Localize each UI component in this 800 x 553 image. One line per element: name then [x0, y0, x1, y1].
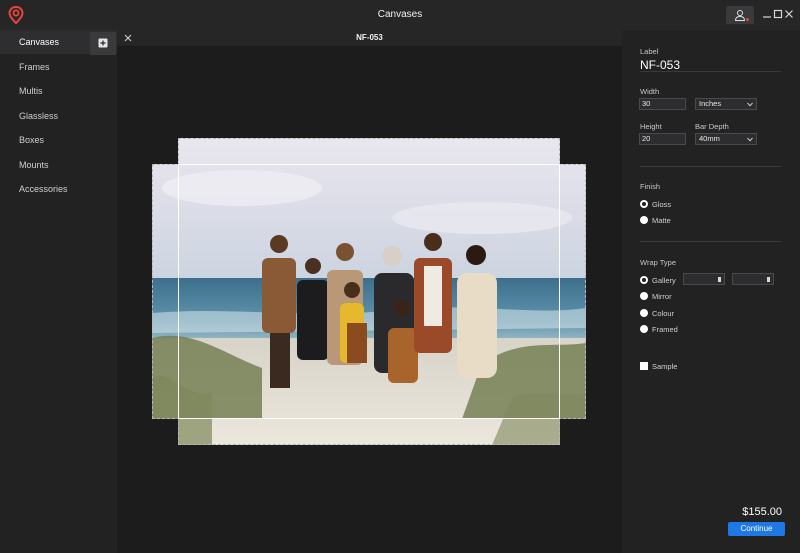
finish-matte-radio[interactable] [640, 216, 648, 224]
divider [640, 71, 781, 72]
sidebar-item-label: Multis [19, 86, 43, 96]
sidebar-item-label: Canvases [19, 37, 60, 47]
sidebar-item-label: Frames [19, 62, 50, 72]
wrap-colour-label: Colour [652, 309, 675, 318]
notification-dot [746, 18, 749, 21]
gallery-color-swatch-1[interactable] [683, 273, 725, 285]
unit-select-value: Inches [699, 99, 722, 108]
minimize-icon[interactable] [762, 9, 772, 19]
sidebar-item-boxes[interactable]: Boxes [0, 128, 117, 152]
sidebar-item-multis[interactable]: Multis [0, 79, 117, 103]
plus-square-icon [98, 38, 108, 48]
divider [640, 241, 781, 242]
finish-gloss-radio[interactable] [640, 200, 648, 208]
sidebar-item-label: Boxes [19, 135, 45, 145]
document-tab-title: NF-053 [356, 33, 383, 42]
user-icon [734, 10, 746, 21]
wrap-mirror-radio[interactable] [640, 292, 648, 300]
handle-icon [718, 277, 721, 282]
gallery-color-swatch-2[interactable] [732, 273, 774, 285]
sidebar-item-frames[interactable]: Frames [0, 55, 117, 79]
wrap-colour-radio[interactable] [640, 309, 648, 317]
unit-select[interactable]: Inches [695, 98, 757, 110]
maximize-icon[interactable] [773, 9, 783, 19]
sidebar-item-glassless[interactable]: Glassless [0, 104, 117, 128]
continue-button[interactable]: Continue [728, 522, 785, 536]
sample-label: Sample [652, 362, 678, 371]
divider [640, 166, 781, 167]
close-icon[interactable] [784, 9, 794, 19]
wrap-framed-label: Framed [652, 325, 678, 334]
document-tab-bar: NF-053 [117, 30, 622, 46]
sidebar-item-mounts[interactable]: Mounts [0, 153, 117, 177]
wrap-gallery-radio[interactable] [640, 276, 648, 284]
wrap-framed-radio[interactable] [640, 325, 648, 333]
app-title: Canvases [377, 9, 423, 20]
print-area-outline [178, 164, 560, 419]
finish-gloss-label: Gloss [652, 200, 672, 209]
wrap-gallery-label: Gallery [652, 276, 676, 285]
bar-depth-value: 40mm [699, 134, 720, 143]
chevron-down-icon [747, 137, 753, 142]
width-input[interactable]: 30 [639, 98, 686, 110]
sidebar-item-label: Glassless [19, 111, 59, 121]
title-bar: Canvases [0, 0, 800, 30]
settings-panel: Label NF-053 Width 30 Inches Height 20 B… [622, 30, 800, 553]
price-total: $155.00 [742, 506, 782, 518]
handle-icon [767, 277, 770, 282]
label-value[interactable]: NF-053 [640, 58, 680, 72]
wrap-type-heading: Wrap Type [640, 258, 676, 267]
canvas-preview-area: NF-053 [117, 30, 622, 553]
bar-depth-heading: Bar Depth [695, 122, 729, 131]
canvas-preview[interactable] [152, 138, 586, 445]
finish-matte-label: Matte [652, 216, 671, 225]
finish-heading: Finish [640, 182, 661, 191]
sidebar-item-accessories[interactable]: Accessories [0, 177, 117, 201]
sample-checkbox[interactable] [640, 362, 648, 370]
chevron-down-icon [747, 102, 753, 107]
wrap-mirror-label: Mirror [652, 292, 672, 301]
user-account-button[interactable] [726, 6, 754, 24]
width-heading: Width [640, 87, 660, 96]
sidebar-item-label: Mounts [19, 160, 49, 170]
bar-depth-select[interactable]: 40mm [695, 133, 757, 145]
add-canvas-button[interactable] [90, 32, 116, 55]
sidebar-item-label: Accessories [19, 184, 68, 194]
sidebar: Canvases Frames Multis Glassless Boxes M… [0, 30, 117, 553]
height-input[interactable]: 20 [639, 133, 686, 145]
label-heading: Label [640, 47, 659, 56]
height-heading: Height [640, 122, 662, 131]
